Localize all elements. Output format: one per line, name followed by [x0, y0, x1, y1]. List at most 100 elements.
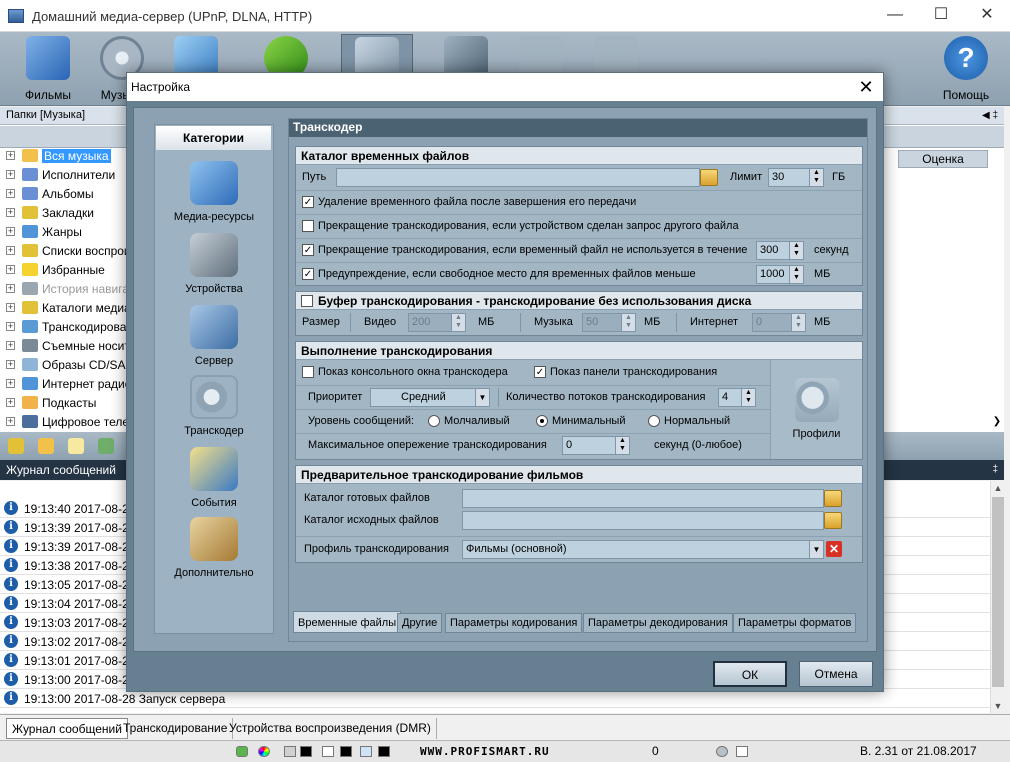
buffer-music-spinner[interactable]: ▲ ▼ [621, 314, 635, 331]
swatch-black[interactable] [300, 746, 312, 757]
tab-dmr[interactable]: Устройства воспроизведения (DMR) [224, 718, 437, 739]
delete-temp-checkbox[interactable]: ✓ [302, 196, 314, 208]
expand-icon[interactable]: + [6, 360, 15, 369]
swatch-light-blue[interactable] [360, 746, 372, 757]
low-space-warning-checkbox[interactable]: ✓ [302, 268, 314, 280]
color-wheel-icon[interactable] [258, 746, 270, 757]
tree-item[interactable]: + Альбомы [4, 184, 128, 203]
tab-transcoding[interactable]: Транскодирование [118, 718, 234, 739]
tree-item[interactable]: + Транскодирование [4, 317, 128, 336]
threads-input[interactable]: 4 ▲ ▼ [718, 388, 756, 407]
expand-icon[interactable]: + [6, 398, 15, 407]
folder-icon[interactable] [38, 438, 54, 454]
network-icon[interactable] [236, 746, 248, 757]
tree-view-icon[interactable] [98, 438, 114, 454]
expand-icon[interactable]: + [6, 265, 15, 274]
delete-profile-icon[interactable]: ✕ [826, 541, 842, 557]
tree-item[interactable]: + Образы CD/SACD [4, 355, 128, 374]
browse-ready-icon[interactable] [824, 490, 842, 507]
threads-spinner[interactable]: ▲ ▼ [741, 389, 755, 406]
expand-icon[interactable]: + [6, 322, 15, 331]
expand-icon[interactable]: + [6, 284, 15, 293]
swatch-black-2[interactable] [340, 746, 352, 757]
tree-item[interactable]: + Каталоги медиа-ресурсов [4, 298, 128, 317]
cloud-icon[interactable] [68, 438, 84, 454]
add-folder-icon[interactable] [8, 438, 24, 454]
swatch-black-3[interactable] [378, 746, 390, 757]
scroll-thumb[interactable] [992, 497, 1004, 687]
expand-icon[interactable]: + [6, 303, 15, 312]
idle-seconds-input[interactable]: 300 ▲ ▼ [756, 241, 804, 260]
help-button[interactable]: ? Помощь [930, 34, 1002, 104]
status-checkbox[interactable] [736, 746, 748, 757]
expand-icon[interactable]: + [6, 170, 15, 179]
expand-icon[interactable]: + [6, 227, 15, 236]
browse-source-icon[interactable] [824, 512, 842, 529]
advance-spinner[interactable]: ▲ ▼ [615, 437, 629, 454]
limit-spinner[interactable]: ▲ ▼ [809, 169, 823, 186]
cancel-button[interactable]: Отмена [799, 661, 873, 687]
tree-item[interactable]: + Жанры [4, 222, 128, 241]
buffer-video-spinner[interactable]: ▲ ▼ [451, 314, 465, 331]
journal-pin-icon[interactable]: ‡ [992, 460, 998, 480]
expand-icon[interactable]: + [6, 341, 15, 350]
low-space-input[interactable]: 1000 ▲ ▼ [756, 265, 804, 284]
close-button[interactable]: ✕ [964, 0, 1010, 32]
path-input[interactable] [336, 168, 700, 187]
tree-item[interactable]: + Закладки [4, 203, 128, 222]
limit-input[interactable]: 30 ▲ ▼ [768, 168, 824, 187]
console-window-checkbox[interactable] [302, 366, 314, 378]
category-media-resources[interactable]: Медиа-ресурсы [155, 161, 273, 231]
tree-item[interactable]: + Интернет радио [4, 374, 128, 393]
swatch-white[interactable] [322, 746, 334, 757]
tab-temp-files[interactable]: Временные файлы [293, 611, 402, 633]
tree-item[interactable]: + История навигации [4, 279, 128, 298]
idle-seconds-spinner[interactable]: ▲ ▼ [789, 242, 803, 259]
journal-scrollbar[interactable]: ▲ ▼ [990, 481, 1004, 713]
scroll-down-icon[interactable]: ▼ [991, 699, 1005, 713]
category-transcoder[interactable]: Транскодер [155, 375, 273, 445]
tree-item[interactable]: + Цифровое телевидение [4, 412, 128, 431]
swatch-gray[interactable] [284, 746, 296, 757]
msg-normal-radio[interactable] [648, 415, 660, 427]
maximize-button[interactable]: ☐ [918, 0, 964, 32]
msg-minimal-radio[interactable] [536, 415, 548, 427]
user-icon[interactable] [716, 746, 728, 757]
tab-encoding-params[interactable]: Параметры кодирования [445, 613, 583, 633]
msg-silent-radio[interactable] [428, 415, 440, 427]
buffer-checkbox[interactable] [301, 295, 313, 307]
buffer-internet-input[interactable]: 0 ▲ ▼ [752, 313, 806, 332]
buffer-video-input[interactable]: 200 ▲ ▼ [408, 313, 466, 332]
dialog-close-icon[interactable]: ✕ [855, 76, 877, 98]
chevron-down-icon[interactable]: ▼ [809, 541, 823, 558]
tree-item[interactable]: + Избранные [4, 260, 128, 279]
stop-on-new-request-checkbox[interactable] [302, 220, 314, 232]
expand-icon[interactable]: + [6, 417, 15, 426]
priority-select[interactable]: Средний ▼ [370, 388, 490, 407]
tree-item[interactable]: + Подкасты [4, 393, 128, 412]
expand-icon[interactable]: + [6, 208, 15, 217]
tree-item[interactable]: + Вся музыка [4, 146, 128, 165]
movies-button[interactable]: Фильмы [12, 34, 84, 104]
tab-format-params[interactable]: Параметры форматов [733, 613, 857, 633]
scroll-up-icon[interactable]: ▲ [991, 481, 1005, 495]
category-server[interactable]: Сервер [155, 305, 273, 375]
tab-other[interactable]: Другие [397, 613, 443, 633]
rating-column-header[interactable]: Оценка [898, 150, 988, 168]
tree-item[interactable]: + Съемные носители [4, 336, 128, 355]
tree-item[interactable]: + Исполнители [4, 165, 128, 184]
expand-icon[interactable]: + [6, 189, 15, 198]
category-events[interactable]: События [155, 447, 273, 517]
buffer-music-input[interactable]: 50 ▲ ▼ [582, 313, 636, 332]
low-space-spinner[interactable]: ▲ ▼ [789, 266, 803, 283]
ok-button[interactable]: ОК [713, 661, 787, 687]
source-dir-input[interactable] [462, 511, 824, 530]
profiles-button[interactable]: Профили [770, 360, 862, 459]
pin-icon[interactable]: ◀ ‡ [982, 107, 998, 124]
chevron-down-icon[interactable]: ▼ [475, 389, 489, 406]
expand-icon[interactable]: + [6, 379, 15, 388]
minimize-button[interactable]: — [872, 0, 918, 32]
expand-icon[interactable]: + [6, 151, 15, 160]
tab-decoding-params[interactable]: Параметры декодирования [583, 613, 733, 633]
stop-on-idle-checkbox[interactable]: ✓ [302, 244, 314, 256]
